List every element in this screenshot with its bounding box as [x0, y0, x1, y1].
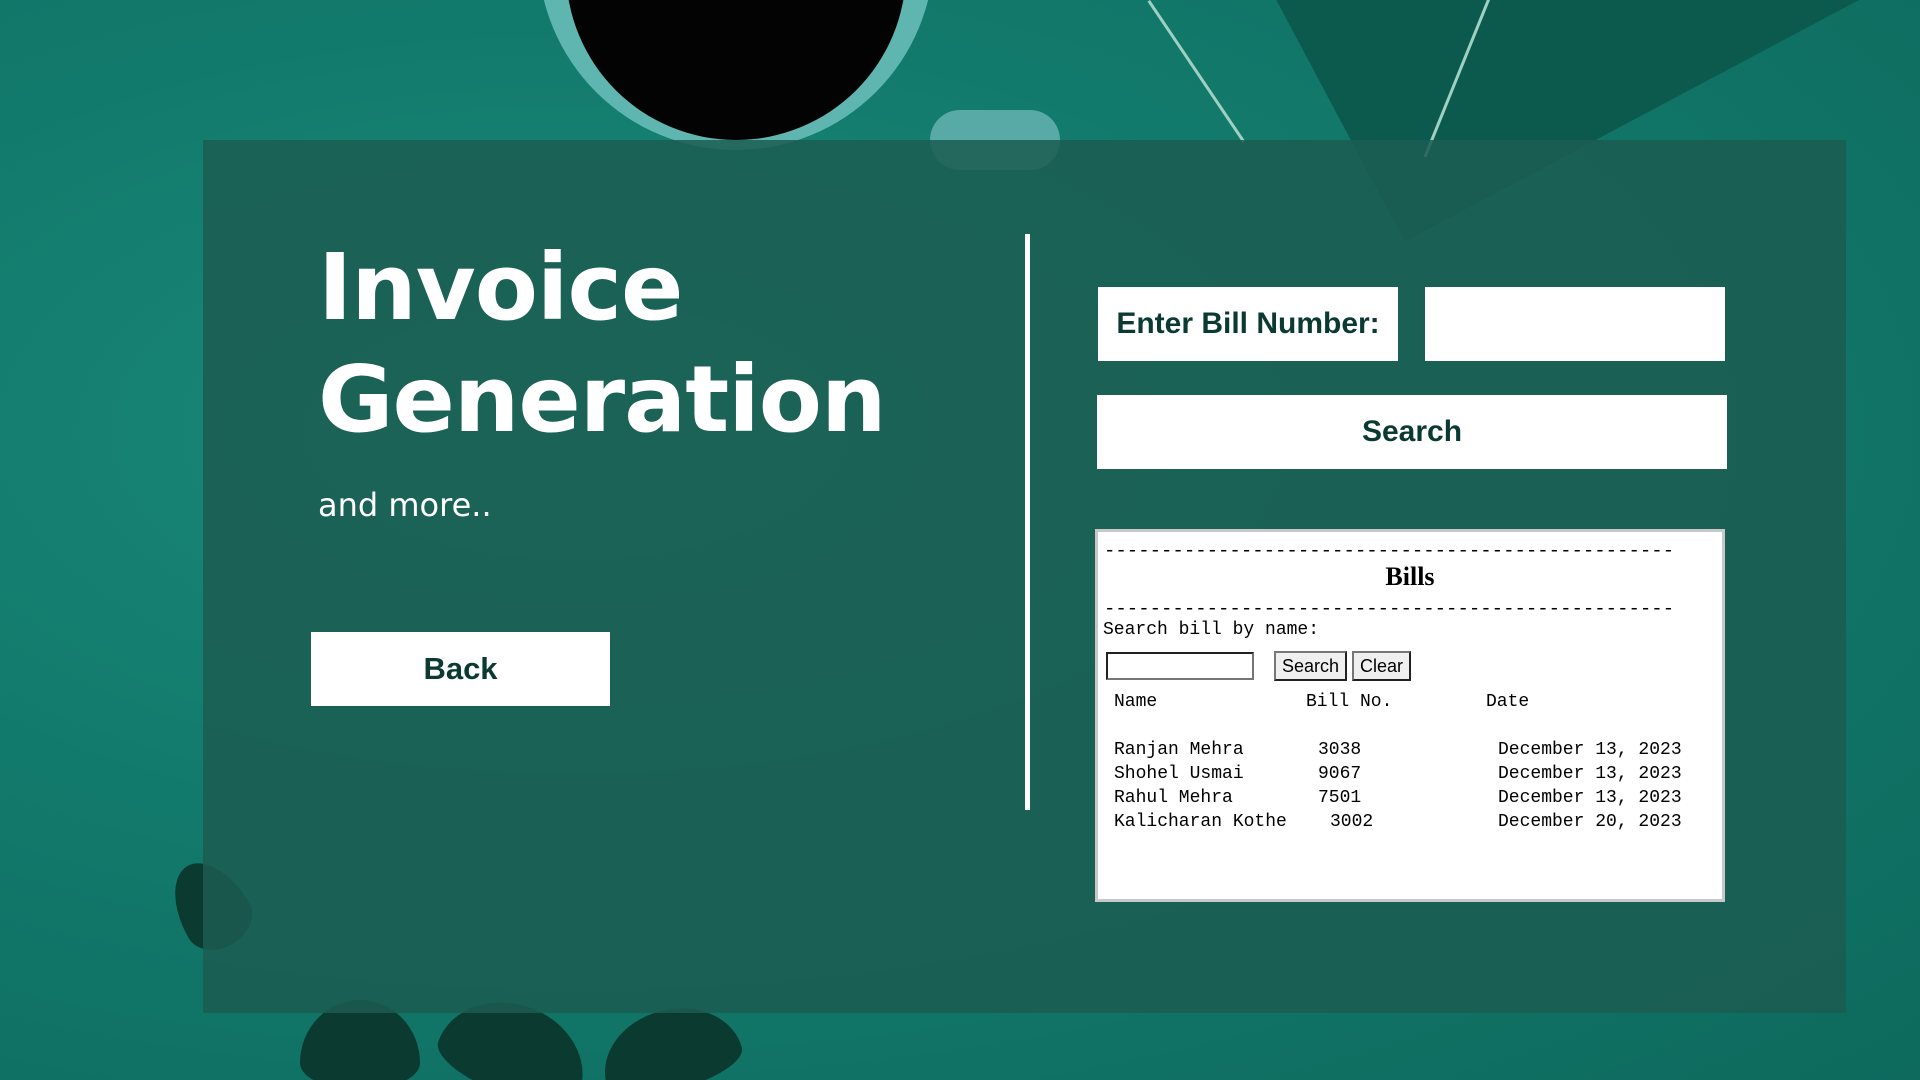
title-line-1: Invoice — [318, 234, 683, 341]
bill-name: Ranjan Mehra — [1114, 740, 1244, 760]
bills-heading: Bills — [1385, 562, 1435, 591]
bill-number: 3002 — [1330, 812, 1374, 832]
table-row: Ranjan Mehra 3038 December 13, 2023 — [1098, 740, 1722, 764]
name-search-input[interactable] — [1106, 652, 1254, 680]
column-header-date: Date — [1486, 692, 1530, 712]
table-row: Kalicharan Kothe 3002 December 20, 2023 — [1098, 812, 1722, 836]
bill-name: Kalicharan Kothe — [1114, 812, 1287, 832]
background-coffee — [566, 0, 906, 140]
bill-number-input[interactable] — [1425, 287, 1725, 361]
table-row: Rahul Mehra 7501 December 13, 2023 — [1098, 788, 1722, 812]
bill-date: December 20, 2023 — [1498, 812, 1682, 832]
bill-number: 9067 — [1318, 764, 1362, 784]
vertical-divider — [1025, 234, 1030, 810]
page-title: Invoice Generation — [318, 232, 886, 456]
name-search-button[interactable]: Search — [1274, 651, 1348, 681]
background-notebook-edge — [1147, 0, 1246, 143]
bill-date: December 13, 2023 — [1498, 740, 1682, 760]
title-line-2: Generation — [318, 346, 886, 453]
bill-number: 7501 — [1318, 788, 1362, 808]
search-by-name-label: Search bill by name: — [1103, 620, 1320, 640]
bill-number: 3038 — [1318, 740, 1362, 760]
clear-button[interactable]: Clear — [1352, 651, 1412, 681]
column-header-bill-no: Bill No. — [1306, 692, 1393, 712]
table-header-row: Name Bill No. Date — [1098, 692, 1722, 716]
table-row: Shohel Usmai 9067 December 13, 2023 — [1098, 764, 1722, 788]
bill-name: Shohel Usmai — [1114, 764, 1244, 784]
bill-number-label: Enter Bill Number: — [1098, 287, 1398, 361]
bills-frame[interactable]: ----------------------------------------… — [1095, 529, 1725, 902]
bill-search-button[interactable]: Search — [1097, 395, 1727, 469]
bill-date: December 13, 2023 — [1498, 788, 1682, 808]
back-button[interactable]: Back — [311, 632, 610, 706]
bill-name: Rahul Mehra — [1114, 788, 1233, 808]
dashed-separator-top: ----------------------------------------… — [1104, 540, 1675, 562]
column-header-name: Name — [1114, 692, 1158, 712]
bill-date: December 13, 2023 — [1498, 764, 1682, 784]
page-subtitle: and more.. — [318, 486, 492, 524]
dashed-separator-bottom: ----------------------------------------… — [1104, 598, 1675, 620]
